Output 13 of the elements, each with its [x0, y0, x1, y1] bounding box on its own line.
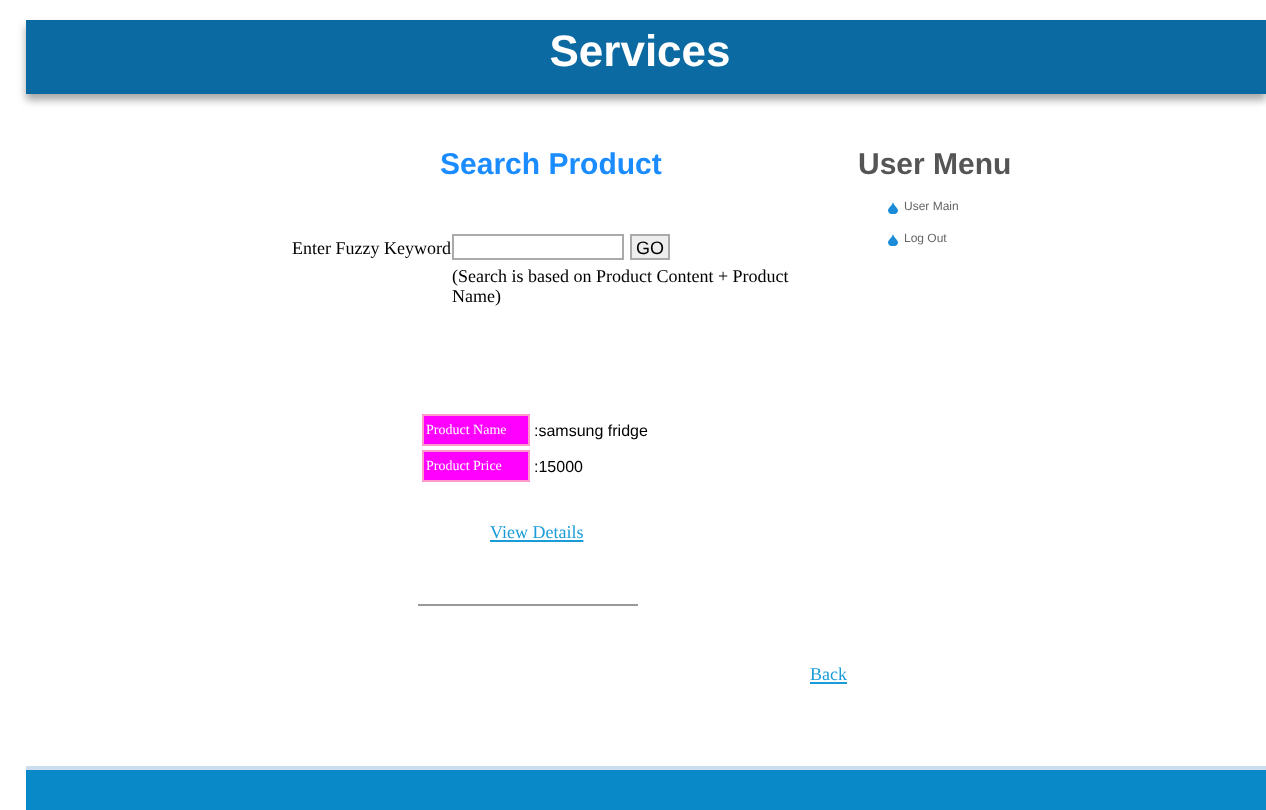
view-details-link[interactable]: View Details [490, 522, 584, 542]
back-link[interactable]: Back [810, 664, 847, 684]
go-button[interactable]: GO [630, 234, 671, 260]
keyword-field[interactable] [452, 234, 624, 260]
search-note: (Search is based on Product Content + Product Name) [452, 266, 791, 306]
table-cell: :15000 [534, 457, 583, 475]
drop-icon [888, 202, 898, 214]
table-cell: :samsung fridge [534, 421, 648, 439]
page-title: Services [549, 25, 731, 77]
menu-title: User Menu [858, 148, 1014, 182]
field-label: Enter Fuzzy Keyword [292, 237, 452, 257]
section-title: Search Product [440, 148, 664, 182]
drop-icon [888, 234, 898, 246]
